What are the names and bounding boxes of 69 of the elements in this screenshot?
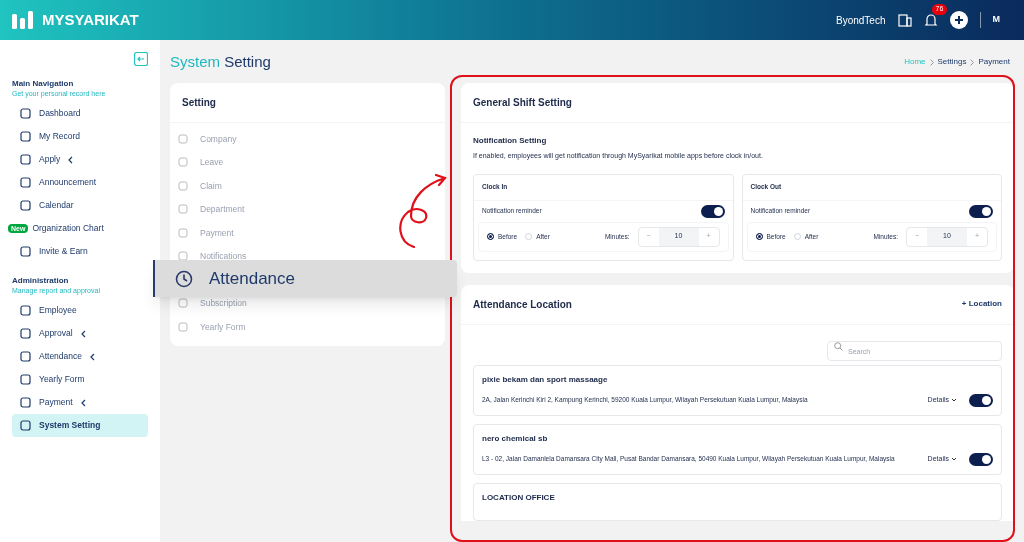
menu-item-icon: [178, 227, 188, 238]
menu-item-icon: [20, 200, 31, 211]
menu-item-icon: [178, 157, 188, 168]
menu-item-icon: [20, 108, 31, 119]
card-title: General Shift Setting: [461, 83, 1014, 123]
menu-item-icon: [20, 328, 31, 339]
callout-label: Attendance: [209, 267, 295, 290]
location-name: nero chemical sb: [482, 432, 549, 445]
menu-item-icon: [20, 131, 31, 142]
chevron-left-icon: [80, 329, 86, 338]
toggle-switch[interactable]: [969, 393, 993, 407]
nav-item[interactable]: Approval: [12, 322, 148, 345]
menu-item-icon: [20, 154, 31, 165]
location-name: LOCATION OFFICE: [482, 491, 556, 504]
menu-item-icon: [20, 351, 31, 362]
chevron-left-icon: [80, 398, 86, 407]
nav-section-title: Main Navigation: [11, 78, 75, 90]
nav-item[interactable]: Invite & Earn: [12, 240, 148, 263]
bell-icon[interactable]: [923, 12, 938, 28]
nav-item[interactable]: System Setting: [12, 414, 148, 437]
nav-item[interactable]: Yearly Form: [12, 368, 148, 391]
nav-item[interactable]: Dashboard: [12, 102, 148, 125]
menu-item-icon: [178, 180, 188, 191]
nav-item[interactable]: Calendar: [12, 194, 148, 217]
menu-item-icon: [20, 177, 31, 188]
add-button[interactable]: [949, 11, 968, 29]
chevron-left-icon: [90, 352, 95, 361]
breadcrumb-link[interactable]: Settings: [937, 56, 967, 68]
chevron-left-icon: [68, 155, 74, 164]
search-icon: [834, 341, 843, 351]
settings-menu-title: Setting: [170, 83, 445, 123]
chevron-right-icon: [970, 58, 975, 66]
add-location-link[interactable]: + Location: [961, 298, 1002, 310]
chevron-down-icon: [951, 457, 957, 461]
chevron-right-icon: [929, 58, 934, 66]
chevron-down-icon: [951, 398, 957, 402]
menu-item-icon: [178, 133, 188, 144]
menu-item-icon: [20, 246, 31, 257]
breadcrumb-link[interactable]: Payment: [978, 56, 1010, 68]
menu-item-icon: [178, 321, 188, 332]
toggle-switch[interactable]: [969, 452, 993, 466]
app-logo-text: MYSYARIKAT: [42, 9, 139, 30]
nav-item[interactable]: Payment: [12, 391, 148, 414]
user-initials[interactable]: M: [992, 13, 1000, 27]
menu-item-icon: [20, 305, 31, 316]
menu-item-icon: [178, 204, 188, 215]
nav-item[interactable]: Employee: [12, 299, 148, 322]
nav-item[interactable]: Attendance: [12, 345, 148, 368]
nav-item[interactable]: My Record: [12, 125, 148, 148]
card-title: Attendance Location: [473, 297, 572, 312]
menu-item-icon: [20, 420, 31, 431]
toggle-switch[interactable]: [700, 204, 725, 218]
clock-icon: [175, 269, 193, 288]
section-title: Notification Setting: [473, 135, 548, 147]
menu-item-icon: [178, 298, 188, 309]
nav-item[interactable]: Announcement: [12, 171, 148, 194]
nav-section-title: Administration: [11, 275, 70, 287]
page-title-second-word: Setting: [224, 52, 271, 70]
location-name: pixie bekam dan sport massaage: [482, 373, 609, 386]
menu-item-icon: [178, 251, 188, 262]
nav-item[interactable]: Apply: [12, 148, 148, 171]
company-name: ByondTech: [836, 13, 886, 28]
logo-icon: [12, 11, 34, 29]
plus-icon: [953, 15, 964, 25]
toggle-switch[interactable]: [969, 204, 993, 218]
page-title-first-word: System: [170, 52, 220, 70]
menu-item-icon: [20, 374, 31, 385]
building-icon[interactable]: [897, 13, 912, 27]
menu-item-icon: [20, 397, 31, 408]
